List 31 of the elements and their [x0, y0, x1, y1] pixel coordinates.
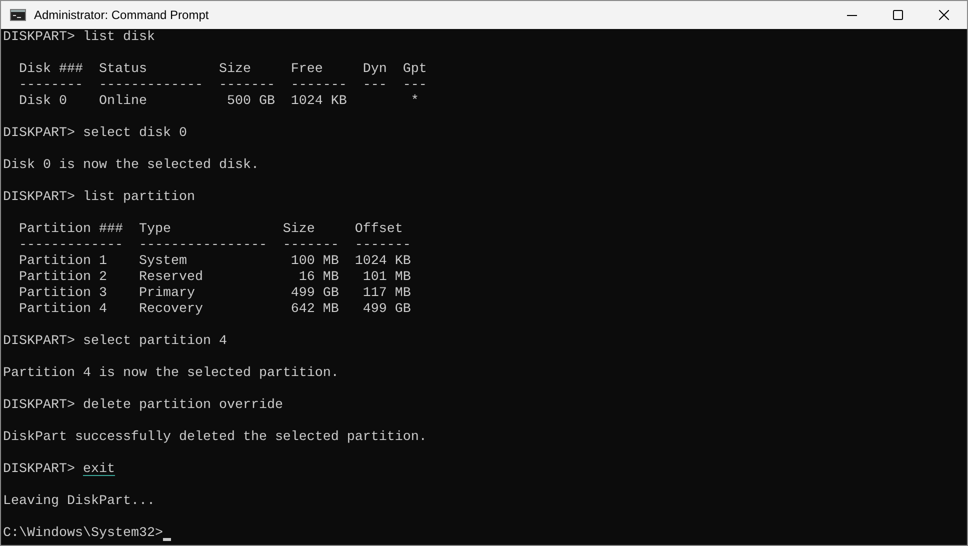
console-output: Disk 0 is now the selected disk.	[3, 158, 259, 173]
console-output: Partition 2 Reserved 16 MB 101 MB	[18, 270, 411, 285]
console-output: Partition ### Type Size Offset	[18, 222, 403, 237]
console-output: Leaving DiskPart...	[3, 494, 155, 509]
console-output: ------------- ---------------- ------- -------	[18, 238, 411, 253]
console-output: Partition 3 Primary 499 GB 117 MB	[18, 286, 411, 301]
console-output: Partition 1 System 100 MB 1024 KB	[18, 254, 411, 269]
prompt-text: DISKPART>	[3, 462, 76, 478]
command-text: exit	[82, 462, 115, 478]
prompt-text: DISKPART>	[3, 30, 76, 46]
console-output: Partition 4 Recovery 642 MB 499 GB	[18, 302, 411, 317]
command-text: select disk 0	[82, 126, 187, 142]
prompt-text: DISKPART>	[3, 334, 76, 350]
minimize-icon	[847, 14, 857, 16]
close-icon	[939, 10, 949, 20]
window-title: Administrator: Command Prompt	[34, 7, 209, 24]
console-output: -------- ------------- ------- ------- --- ---	[18, 78, 427, 93]
command-text: delete partition override	[82, 398, 283, 414]
prompt-text: DISKPART>	[3, 190, 76, 206]
maximize-icon	[893, 10, 903, 20]
console-output: Disk ### Status Size Free Dyn Gpt	[18, 62, 427, 77]
command-text: select partition 4	[82, 334, 227, 350]
command-text: list partition	[82, 190, 195, 206]
console-output: DiskPart successfully deleted the selected partition.	[3, 430, 427, 445]
prompt-text: C:\Windows\System32>	[3, 526, 163, 542]
console-output: Disk 0 Online 500 GB 1024 KB *	[18, 94, 419, 109]
prompt-text: DISKPART>	[3, 398, 76, 414]
console-icon	[10, 9, 26, 21]
console-output: Partition 4 is now the selected partition.	[3, 366, 339, 381]
command-text: list disk	[82, 30, 155, 46]
prompt-text: DISKPART>	[3, 126, 76, 142]
